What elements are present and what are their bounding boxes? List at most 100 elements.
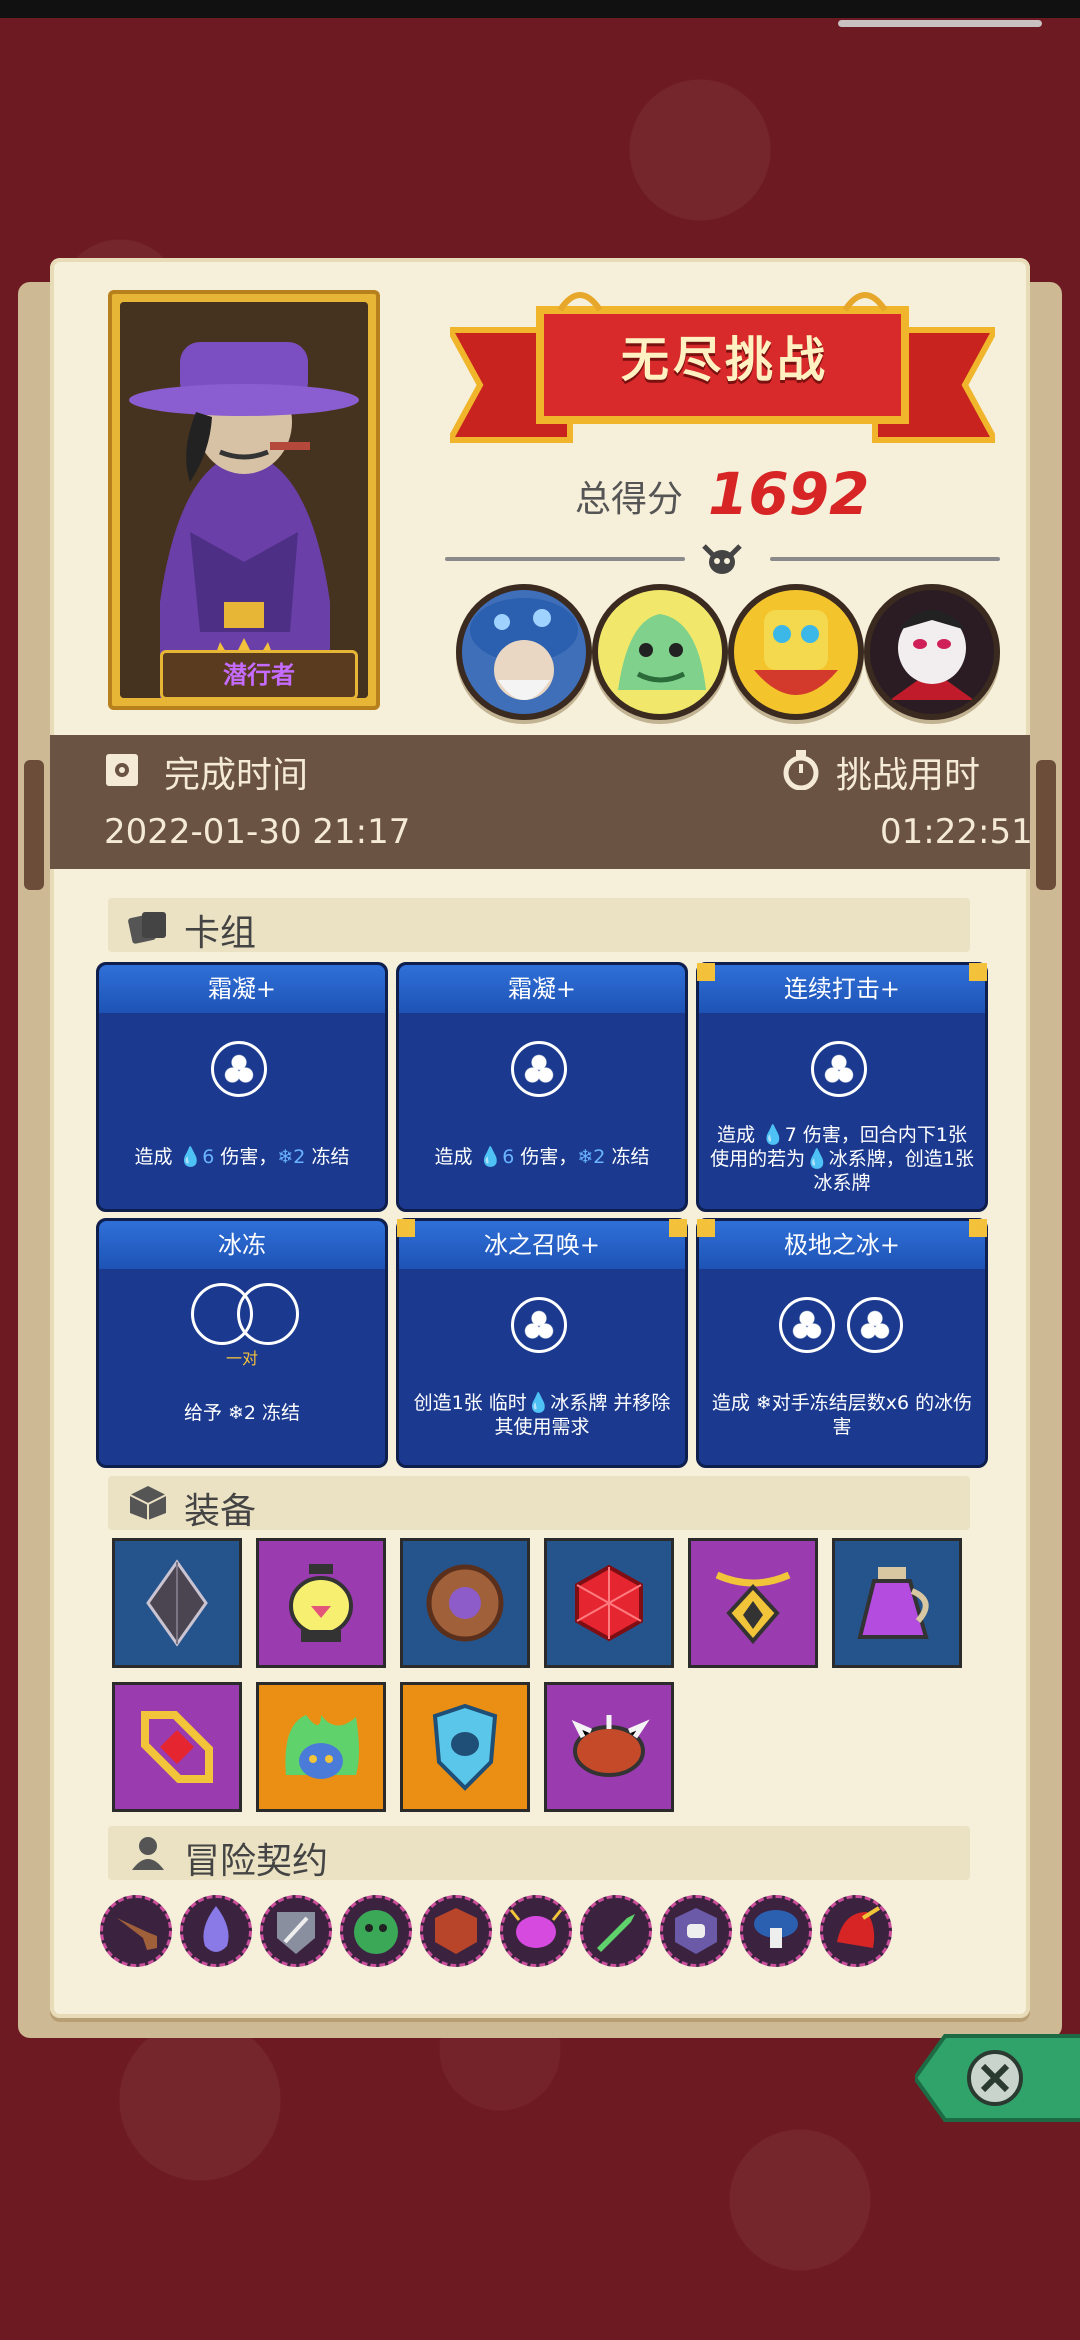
contract-pipe[interactable] xyxy=(100,1895,172,1967)
equipment-section-header: 装备 xyxy=(108,1476,970,1532)
equipment-slot-2[interactable] xyxy=(256,1538,386,1668)
mushroom-icon xyxy=(754,1910,798,1948)
green-flame-mask-icon xyxy=(285,1715,359,1779)
water-orb-icon xyxy=(779,1297,835,1353)
equipment-slot-5[interactable] xyxy=(688,1538,818,1668)
desc-text: 造成 xyxy=(134,1146,179,1168)
close-button[interactable] xyxy=(915,2032,1080,2124)
elapsed-time-label: 挑战用时 xyxy=(836,755,981,796)
score-label: 总得分 xyxy=(575,479,684,520)
boss-mushroom-wizard[interactable] xyxy=(456,584,592,720)
tiki-demon-icon xyxy=(754,610,838,695)
cards-icon xyxy=(128,912,166,944)
hero-portrait-frame: 潜行者 xyxy=(108,290,380,710)
box-icon xyxy=(129,1486,167,1520)
water-orb-icon xyxy=(511,1297,567,1353)
blue-flame-icon xyxy=(203,1906,229,1952)
desc-text: 伤害， xyxy=(514,1146,578,1168)
contract-mushroom[interactable] xyxy=(740,1895,812,1967)
lantern-icon xyxy=(289,1564,353,1642)
card-title: 霜凝+ xyxy=(207,975,277,1003)
dark-crystal-icon xyxy=(146,1559,208,1647)
desc-text: 造成 xyxy=(434,1146,479,1168)
boss-tiki-demon[interactable] xyxy=(728,584,864,720)
hero-name: 潜行者 xyxy=(160,650,358,698)
contract-purple-bug[interactable] xyxy=(500,1895,572,1967)
green-dragon-icon xyxy=(618,614,706,690)
ice-skull-shield-icon xyxy=(432,1703,498,1791)
water-orb-icon xyxy=(811,1041,867,1097)
deck-card-1[interactable]: 霜凝+ 造成 💧6 伤害，❄2 冻结 xyxy=(96,962,388,1212)
divider-left xyxy=(445,557,685,561)
water-orb-icon xyxy=(211,1041,267,1097)
book-clasp-right xyxy=(1036,760,1056,890)
sword-shield-icon xyxy=(277,1912,315,1954)
pair-label: 一对 xyxy=(225,1349,258,1368)
contract-green-monster[interactable] xyxy=(340,1895,412,1967)
water-orb-icon xyxy=(511,1041,567,1097)
deck-card-2[interactable]: 霜凝+ 造成 💧6 伤害，❄2 冻结 xyxy=(396,962,688,1212)
card-title: 冰之召唤+ xyxy=(483,1231,601,1259)
contract-red-claw[interactable] xyxy=(820,1895,892,1967)
card-description: 创造1张 临时💧冰系牌 并移除其使用需求 xyxy=(413,1392,671,1438)
dice-shield-icon xyxy=(435,1908,477,1954)
deck-card-5[interactable]: 冰之召唤+ 创造1张 临时💧冰系牌 并移除其使用需求 xyxy=(396,1218,688,1468)
card-description: 给予 ❄2 冻结 xyxy=(183,1402,301,1424)
red-claw-icon xyxy=(837,1906,881,1948)
book-clasp-left xyxy=(24,760,44,890)
title-banner: 无尽挑战 xyxy=(444,290,1001,470)
card-title: 连续打击+ xyxy=(783,975,901,1003)
contracts-section-title: 冒险契约 xyxy=(184,1841,329,1882)
equipment-slot-10[interactable] xyxy=(544,1682,674,1812)
desc-text: 冻结 xyxy=(305,1146,350,1168)
gesture-bar[interactable] xyxy=(838,20,1042,27)
boss-green-dragon[interactable] xyxy=(592,584,728,720)
fist-shield-icon xyxy=(675,1908,717,1954)
contract-dice-shield[interactable] xyxy=(420,1895,492,1967)
boss-vampire[interactable] xyxy=(864,584,1000,720)
contract-person-icon xyxy=(132,1837,164,1870)
spiked-bracelet-icon xyxy=(571,1715,650,1777)
deck-card-6[interactable]: 极地之冰+ 造成 ❄对手冻结层数x6 的冰伤害 xyxy=(696,1218,988,1468)
card-title: 极地之冰+ xyxy=(783,1231,901,1259)
contract-blue-flame[interactable] xyxy=(180,1895,252,1967)
deck-section-title: 卡组 xyxy=(184,913,257,954)
purple-bug-icon xyxy=(509,1909,563,1948)
equipment-slot-6[interactable] xyxy=(832,1538,962,1668)
equipment-slot-7[interactable] xyxy=(112,1682,242,1812)
desc-highlight: 💧6 xyxy=(478,1146,515,1168)
green-monster-icon xyxy=(354,1910,398,1954)
green-dagger-icon xyxy=(597,1914,635,1952)
card-description: 造成 💧7 伤害，回合内下1张使用的若为💧冰系牌，创造1张冰系牌 xyxy=(710,1124,974,1194)
equipment-slot-1[interactable] xyxy=(112,1538,242,1668)
card-description: 造成 💧6 伤害，❄2 冻结 xyxy=(109,1145,375,1169)
pipe-icon xyxy=(117,1918,157,1950)
equipment-slot-4[interactable] xyxy=(544,1538,674,1668)
calendar-icon xyxy=(106,754,138,786)
hero-illustration xyxy=(120,302,368,698)
page-title: 无尽挑战 xyxy=(620,332,829,388)
stopwatch-icon xyxy=(783,750,819,790)
score-value: 1692 xyxy=(708,460,870,528)
equipment-section-title: 装备 xyxy=(184,1491,257,1532)
desc-highlight: ❄2 xyxy=(577,1146,606,1168)
contracts-section-header: 冒险契约 xyxy=(108,1826,970,1882)
water-orb-icon xyxy=(847,1297,903,1353)
desc-highlight: 💧6 xyxy=(178,1146,215,1168)
deck-section-header: 卡组 xyxy=(108,898,970,954)
card-title: 冰冻 xyxy=(218,1231,266,1259)
elapsed-time-value: 01:22:51 xyxy=(880,812,1033,852)
contract-green-dagger[interactable] xyxy=(580,1895,652,1967)
finish-time-label: 完成时间 xyxy=(164,755,309,796)
deck-card-3[interactable]: 连续打击+ 造成 💧7 伤害，回合内下1张使用的若为💧冰系牌，创造1张冰系牌 xyxy=(696,962,988,1212)
ruby-gem-icon xyxy=(575,1564,643,1642)
desc-highlight: ❄2 xyxy=(277,1146,306,1168)
deck-card-4[interactable]: 冰冻 一对 给予 ❄2 冻结 xyxy=(96,1218,388,1468)
equipment-slot-8[interactable] xyxy=(256,1682,386,1812)
purple-potion-jug-icon xyxy=(857,1567,929,1639)
contract-sword-shield[interactable] xyxy=(260,1895,332,1967)
finish-time-value: 2022-01-30 21:17 xyxy=(104,812,411,852)
equipment-slot-9[interactable] xyxy=(400,1682,530,1812)
contract-fist-shield[interactable] xyxy=(660,1895,732,1967)
equipment-slot-3[interactable] xyxy=(400,1538,530,1668)
